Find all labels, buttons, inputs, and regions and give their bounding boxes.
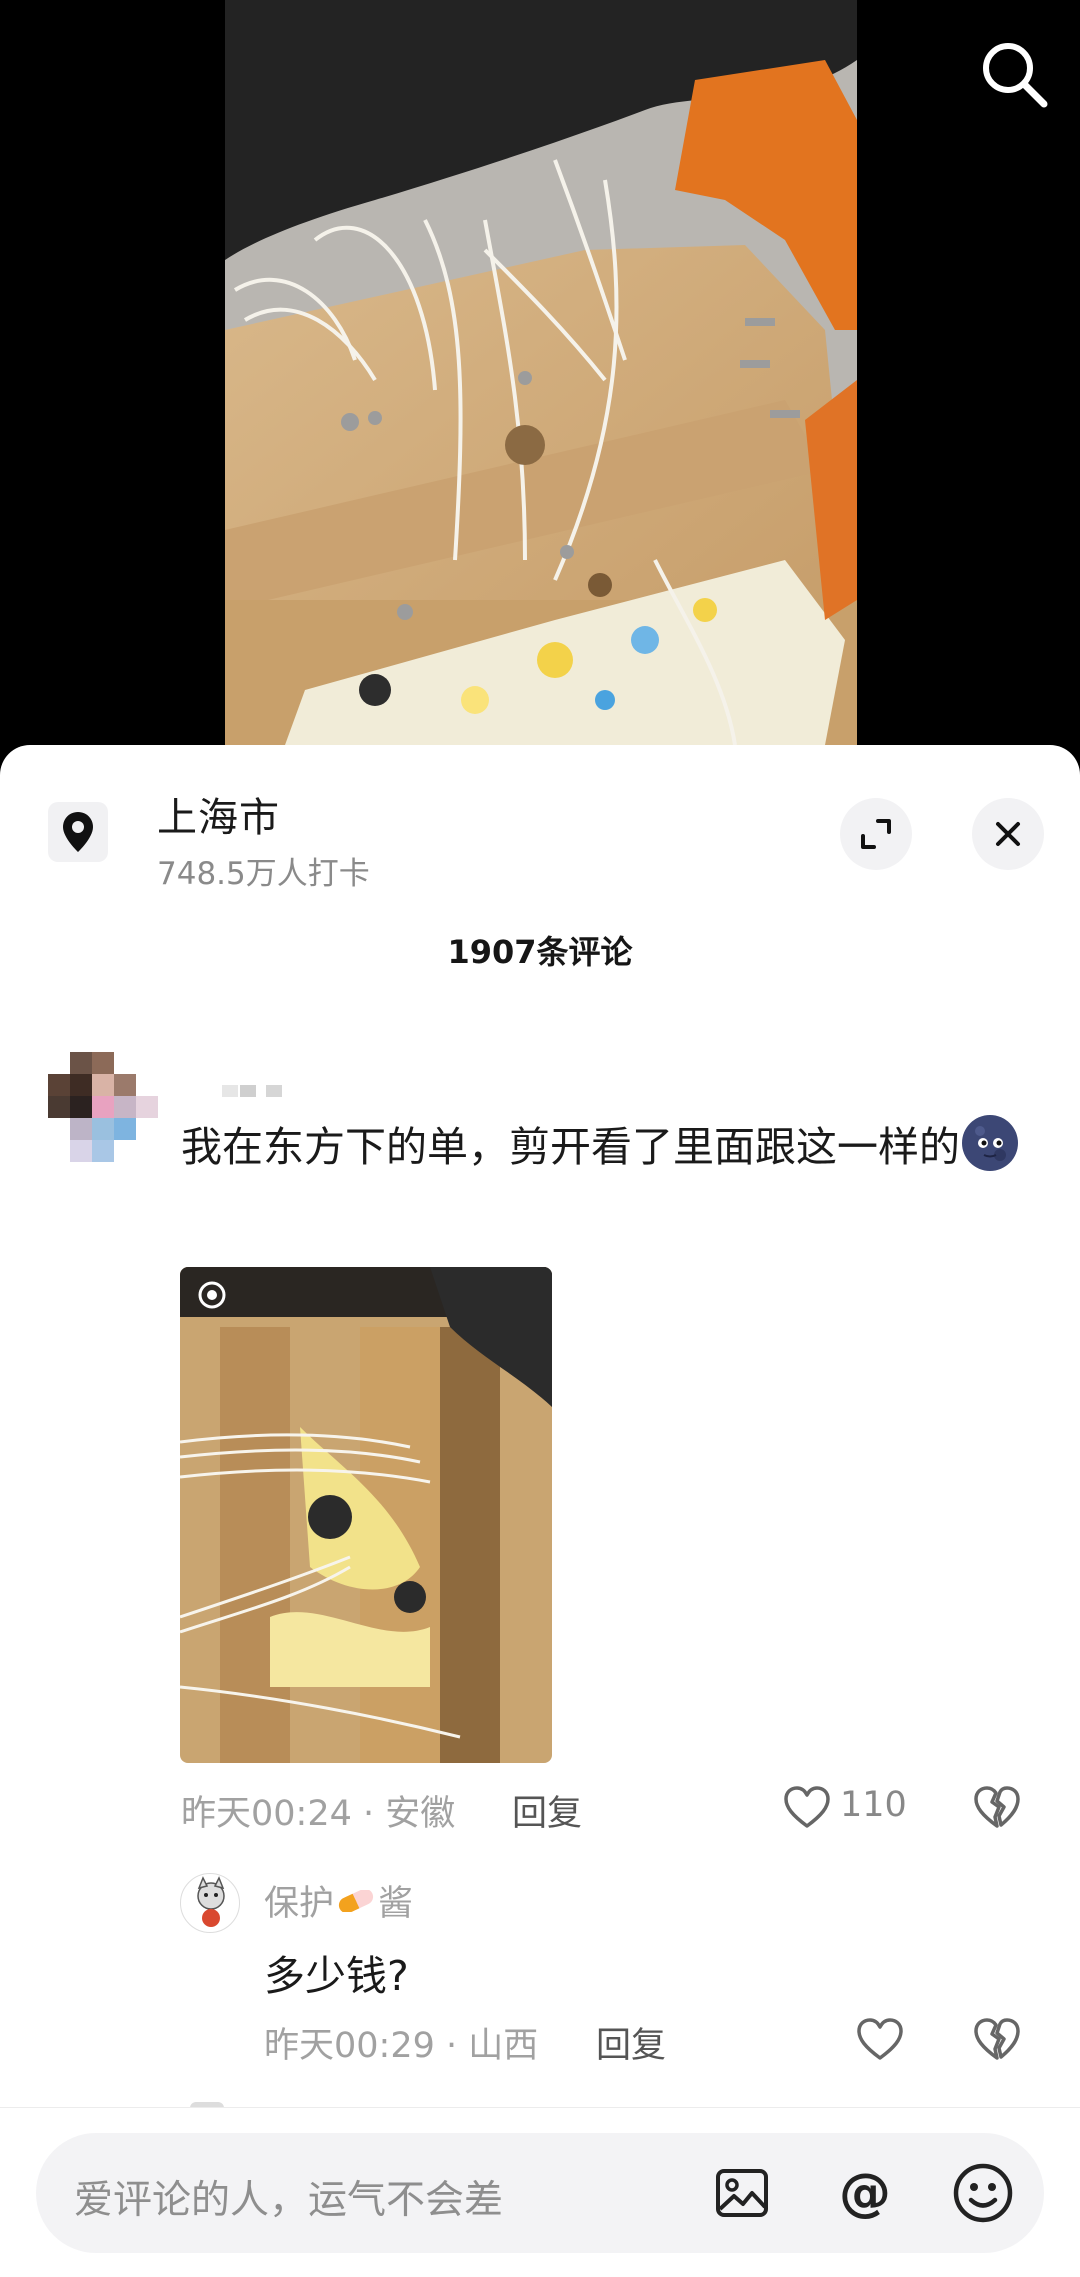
- heart-icon: [857, 2018, 903, 2060]
- reply-username-suffix: 酱: [378, 1884, 414, 1924]
- comment-sheet: 上海市 748.5万人打卡 1907条评论 我在东方下的单，剪开看了里面跟这一样…: [0, 745, 1080, 2277]
- video-player[interactable]: [0, 0, 1080, 745]
- comment-text: 我在东方下的单，剪开看了里面跟这一样的: [181, 1113, 1021, 1180]
- input-divider: [0, 2107, 1080, 2108]
- search-button[interactable]: [976, 36, 1052, 112]
- search-icon: [983, 43, 1048, 108]
- emoji-icon: [953, 2163, 1013, 2223]
- like-count: 110: [840, 1785, 907, 1825]
- reply-dislike-button[interactable]: [972, 2015, 1022, 2065]
- reply-meta: 昨天00:29 · 山西: [264, 2026, 539, 2066]
- moon-face-emoji-icon: [962, 1115, 1018, 1171]
- comment-input-placeholder: 爱评论的人，运气不会差: [74, 2178, 504, 2223]
- comment-region: 安徽: [385, 1794, 456, 1834]
- image-icon: [716, 2169, 768, 2217]
- username-blurred[interactable]: [222, 1083, 292, 1099]
- comment-image[interactable]: [180, 1267, 552, 1763]
- comment-input[interactable]: 爱评论的人，运气不会差 @: [36, 2133, 1044, 2253]
- reply-text: 多少钱?: [264, 1952, 409, 2000]
- comment-time: 昨天00:24: [181, 1794, 352, 1834]
- reply-avatar[interactable]: [180, 1873, 240, 1933]
- reply-username[interactable]: 保护 酱: [264, 1875, 413, 1926]
- dislike-button[interactable]: [972, 1783, 1022, 1833]
- comment-count-title: 1907条评论: [447, 933, 633, 971]
- checkin-count: 748.5万人打卡: [157, 856, 370, 892]
- pixelated-avatar: [48, 1052, 158, 1162]
- comment-text-body: 我在东方下的单，剪开看了里面跟这一样的: [181, 1123, 960, 1171]
- location-pin-container: [48, 802, 108, 862]
- cat-avatar-icon: [197, 1876, 225, 1927]
- close-icon: [996, 822, 1020, 846]
- reply-reply-button[interactable]: 回复: [596, 2017, 666, 2068]
- heart-icon: [784, 1786, 830, 1828]
- reply-time: 昨天00:29: [264, 2026, 435, 2066]
- emoji-button[interactable]: [951, 2161, 1015, 2225]
- reply-button[interactable]: 回复: [512, 1785, 582, 1836]
- location-header[interactable]: 上海市 748.5万人打卡: [0, 745, 1080, 915]
- location-pin-icon: [63, 812, 93, 852]
- pill-emoji-icon: [338, 1890, 374, 1912]
- mention-button[interactable]: @: [833, 2163, 897, 2223]
- expand-button[interactable]: [840, 798, 912, 870]
- comment-meta: 昨天00:24 · 安徽: [181, 1794, 456, 1834]
- location-city: 上海市: [157, 795, 280, 841]
- close-button[interactable]: [972, 798, 1044, 870]
- broken-heart-icon: [974, 2018, 1020, 2060]
- image-button[interactable]: [712, 2163, 772, 2223]
- video-frame: [225, 0, 857, 745]
- video-still: [225, 0, 857, 745]
- comment-photo: [180, 1267, 552, 1763]
- broken-heart-icon: [974, 1786, 1020, 1828]
- reply-username-prefix: 保护: [264, 1884, 335, 1924]
- avatar[interactable]: [48, 1052, 163, 1167]
- blurred-username: [222, 1085, 282, 1097]
- like-button[interactable]: [782, 1783, 832, 1833]
- reply-like-button[interactable]: [855, 2015, 905, 2065]
- reply-region: 山西: [468, 2026, 539, 2066]
- expand-icon: [861, 819, 891, 849]
